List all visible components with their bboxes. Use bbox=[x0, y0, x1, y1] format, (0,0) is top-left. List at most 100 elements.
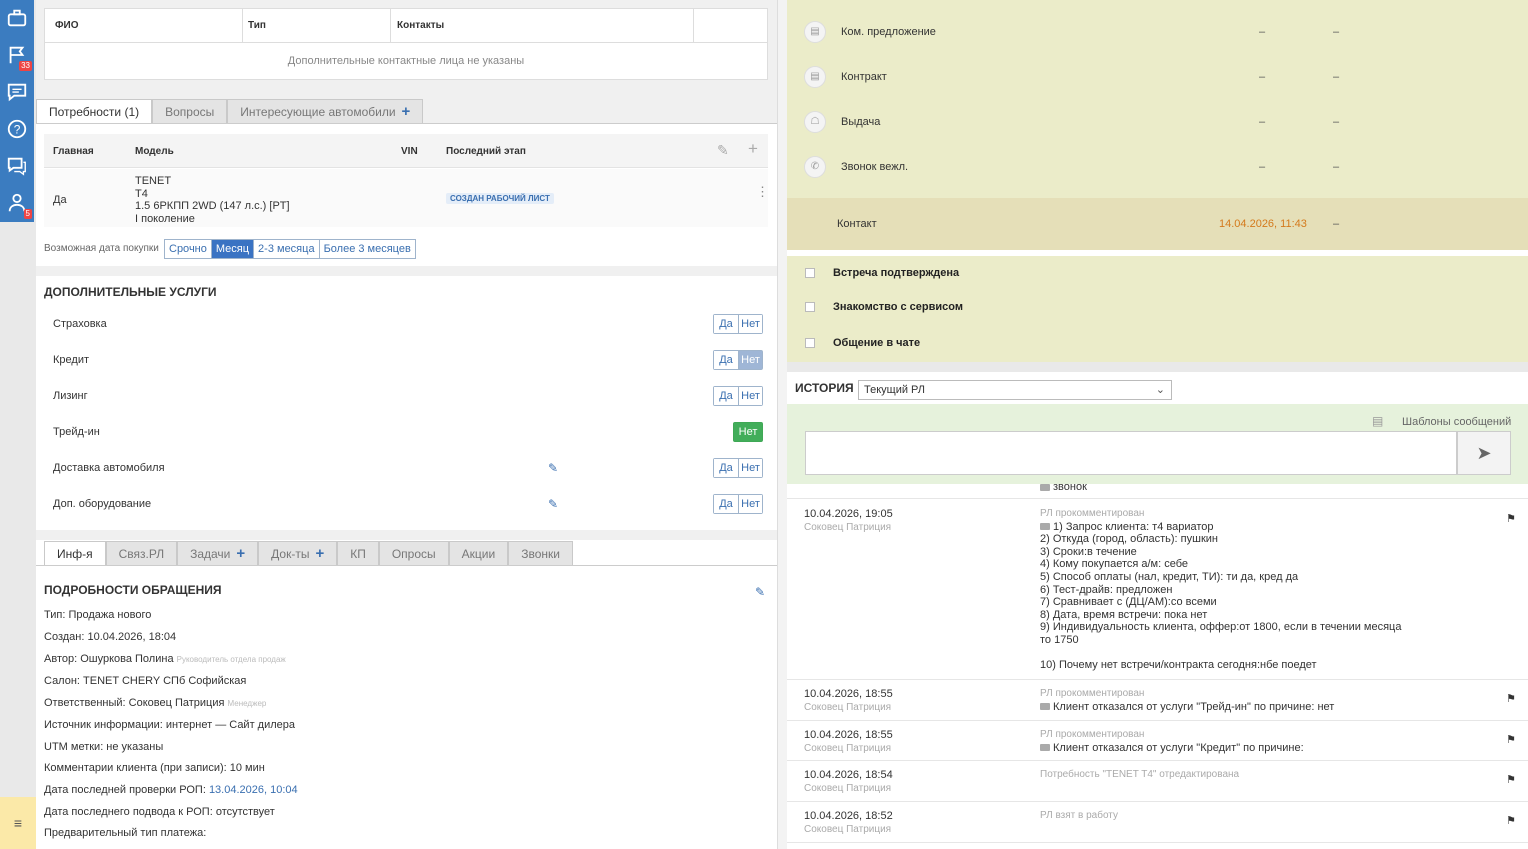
pencil-icon[interactable]: ✎ bbox=[548, 461, 558, 475]
menu-icon[interactable]: ≡ bbox=[0, 797, 36, 849]
manager-icon[interactable]: 5 bbox=[0, 185, 34, 221]
needs-tabs: Потребности (1) Вопросы Интересующие авт… bbox=[36, 99, 424, 123]
pin-icon[interactable]: ⚑ bbox=[1506, 733, 1516, 746]
entry-body: РЛ прокомментирован 1) Запрос клиента: т4… bbox=[1040, 508, 1401, 672]
entry-author: Соковец Патриция bbox=[804, 702, 892, 713]
plus-icon[interactable]: + bbox=[315, 545, 324, 562]
check-label: Знакомство с сервисом bbox=[833, 301, 963, 313]
contract-icon: ▤ bbox=[804, 65, 826, 88]
no-button[interactable]: Нет bbox=[738, 495, 762, 513]
tab-cars[interactable]: Интересующие автомобили + bbox=[227, 99, 424, 123]
check-label: Общение в чате bbox=[833, 337, 921, 349]
tab-polls[interactable]: Опросы bbox=[378, 541, 449, 565]
stage-row[interactable]: ▤ Контракт – – bbox=[787, 54, 1528, 99]
entry-type: РЛ прокомментирован bbox=[1040, 688, 1145, 699]
flag-icon[interactable]: 33 bbox=[0, 37, 34, 73]
message-input[interactable] bbox=[805, 431, 1457, 475]
needs-header-vin: VIN bbox=[401, 146, 418, 157]
message-composer: ▤ Шаблоны сообщений ➤ bbox=[787, 404, 1528, 484]
service-label: Кредит bbox=[53, 354, 90, 366]
checkbox[interactable] bbox=[805, 302, 815, 312]
panel-divider[interactable] bbox=[777, 0, 787, 849]
check-service-intro: Знакомство с сервисом bbox=[787, 290, 1528, 324]
add-icon[interactable]: + bbox=[748, 139, 758, 159]
tab-promo[interactable]: Акции bbox=[448, 541, 509, 565]
tab-kp[interactable]: КП bbox=[337, 541, 379, 565]
entry-text: Клиент отказался от услуги "Трейд-ин" по… bbox=[1053, 700, 1335, 713]
stage-date: – bbox=[1259, 115, 1266, 128]
period-urgent[interactable]: Срочно bbox=[165, 240, 211, 258]
right-panel: ▤ Ком. предложение – – ▤ Контракт – – ☖ … bbox=[777, 0, 1528, 849]
tab-calls[interactable]: Звонки bbox=[508, 541, 573, 565]
pencil-icon[interactable]: ✎ bbox=[548, 497, 558, 511]
contact-stage-row[interactable]: Контакт 14.04.2026, 11:43 – bbox=[787, 198, 1528, 250]
detail-last-check-link[interactable]: 13.04.2026, 10:04 bbox=[209, 784, 298, 796]
edit-note-icon[interactable]: ✎ bbox=[755, 585, 765, 599]
stage-row[interactable]: ▤ Ком. предложение – – bbox=[787, 9, 1528, 54]
checkbox[interactable] bbox=[805, 268, 815, 278]
pin-icon[interactable]: ⚑ bbox=[1506, 692, 1516, 705]
plus-icon[interactable]: + bbox=[236, 545, 245, 562]
comment-icon[interactable] bbox=[0, 74, 34, 110]
pin-icon[interactable]: ⚑ bbox=[1506, 512, 1516, 525]
details-card: Инф-я Связ.РЛ Задачи + Док-ты + КП Опросы … bbox=[36, 540, 777, 849]
tab-linked-rl-label: Связ.РЛ bbox=[118, 546, 165, 561]
detail-responsible-name: Ответственный: Соковец Патриция bbox=[44, 697, 225, 709]
yes-button[interactable]: Да bbox=[714, 459, 738, 477]
yes-button[interactable]: Да bbox=[714, 495, 738, 513]
more-icon[interactable]: ⋮ bbox=[756, 185, 769, 198]
chevron-down-icon: ⌄ bbox=[1155, 384, 1165, 396]
stage-name: Звонок вежл. bbox=[841, 160, 909, 173]
tab-needs-label: Потребности (1) bbox=[49, 104, 140, 119]
no-button[interactable]: Нет bbox=[738, 459, 762, 477]
details-tabs: Инф-я Связ.РЛ Задачи + Док-ты + КП Опросы … bbox=[44, 541, 573, 565]
tab-info[interactable]: Инф-я bbox=[44, 541, 106, 565]
tab-kp-label: КП bbox=[350, 546, 366, 561]
plus-icon[interactable]: + bbox=[402, 103, 411, 120]
detail-salon: Салон: TENET CHERY СПб Софийская bbox=[44, 675, 247, 687]
entry-author: Соковец Патриция bbox=[804, 783, 892, 794]
no-button[interactable]: Нет bbox=[734, 423, 762, 441]
needs-header-main: Главная bbox=[53, 146, 94, 157]
checkbox[interactable] bbox=[805, 338, 815, 348]
pin-icon[interactable]: ⚑ bbox=[1506, 773, 1516, 786]
edit-icon[interactable]: ✎ bbox=[717, 142, 729, 159]
history-entry: 10.04.2026, 19:05 Соковец Патриция РЛ про… bbox=[787, 500, 1528, 680]
yes-button[interactable]: Да bbox=[714, 387, 738, 405]
need-model-trim: 1.5 6РКПП 2WD (147 л.с.) [PT] bbox=[135, 200, 290, 212]
tab-questions[interactable]: Вопросы bbox=[152, 99, 228, 123]
no-button[interactable]: Нет bbox=[738, 315, 762, 333]
stage-status: – bbox=[1333, 70, 1340, 83]
tab-tasks[interactable]: Задачи + bbox=[177, 541, 259, 565]
tab-docs[interactable]: Док-ты + bbox=[258, 541, 338, 565]
no-button[interactable]: Нет bbox=[738, 387, 762, 405]
tab-needs[interactable]: Потребности (1) bbox=[36, 99, 153, 123]
need-main: Да bbox=[53, 194, 67, 206]
help-icon[interactable]: ? bbox=[0, 111, 34, 147]
chat-icon[interactable] bbox=[0, 148, 34, 184]
contacts-empty: Дополнительные контактные лица не указан… bbox=[287, 55, 525, 67]
need-model-gen: I поколение bbox=[135, 212, 195, 225]
purchase-date-options: Срочно Месяц 2-3 месяца Более 3 месяцев bbox=[164, 239, 416, 259]
send-button[interactable]: ➤ bbox=[1457, 431, 1511, 475]
period-3plus-months[interactable]: Более 3 месяцев bbox=[318, 240, 415, 258]
yes-button[interactable]: Да bbox=[714, 315, 738, 333]
needs-table-row[interactable]: Да TENET T4 1.5 6РКПП 2WD (147 л.с.) [PT… bbox=[44, 169, 769, 227]
service-row-equipment: Доп. оборудование ✎ Да Нет bbox=[36, 486, 777, 522]
stage-date: – bbox=[1259, 25, 1266, 38]
period-2-3-months[interactable]: 2-3 месяца bbox=[253, 240, 319, 258]
pin-icon[interactable]: ⚑ bbox=[1506, 814, 1516, 827]
stage-row[interactable]: ☖ Выдача – – bbox=[787, 99, 1528, 144]
period-month[interactable]: Месяц bbox=[210, 240, 254, 258]
entry-date: 10.04.2026, 18:55 Соковец Патриция bbox=[804, 688, 893, 714]
stage-row[interactable]: ✆ Звонок вежл. – – bbox=[787, 144, 1528, 189]
contacts-header-contacts: Контакты bbox=[391, 9, 694, 42]
no-button[interactable]: Нет bbox=[738, 351, 762, 369]
yes-button[interactable]: Да bbox=[714, 351, 738, 369]
entry-type: РЛ прокомментирован bbox=[1040, 729, 1145, 740]
history-filter-select[interactable]: Текущий РЛ ⌄ bbox=[858, 380, 1172, 400]
briefcase-icon[interactable] bbox=[0, 0, 34, 36]
templates-link[interactable]: Шаблоны сообщений bbox=[1402, 416, 1511, 428]
detail-author: Автор: Ошуркова Полина Руководитель отде… bbox=[44, 653, 286, 665]
tab-linked-rl[interactable]: Связ.РЛ bbox=[105, 541, 178, 565]
